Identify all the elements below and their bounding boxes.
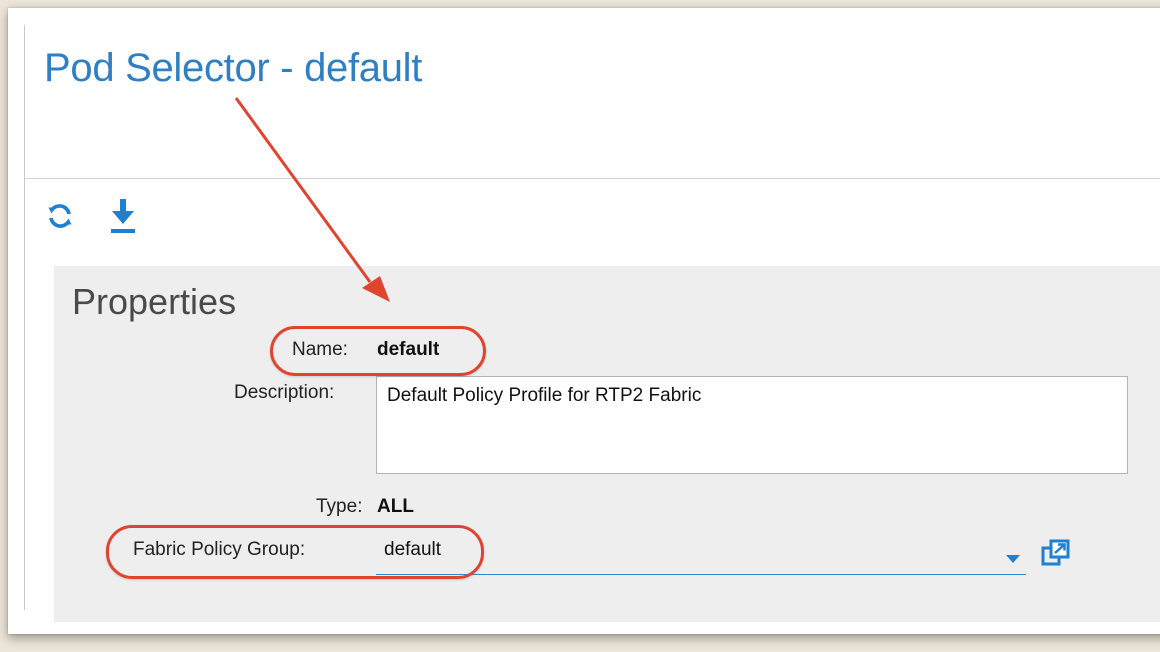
annotation-arrow: [234, 97, 390, 302]
